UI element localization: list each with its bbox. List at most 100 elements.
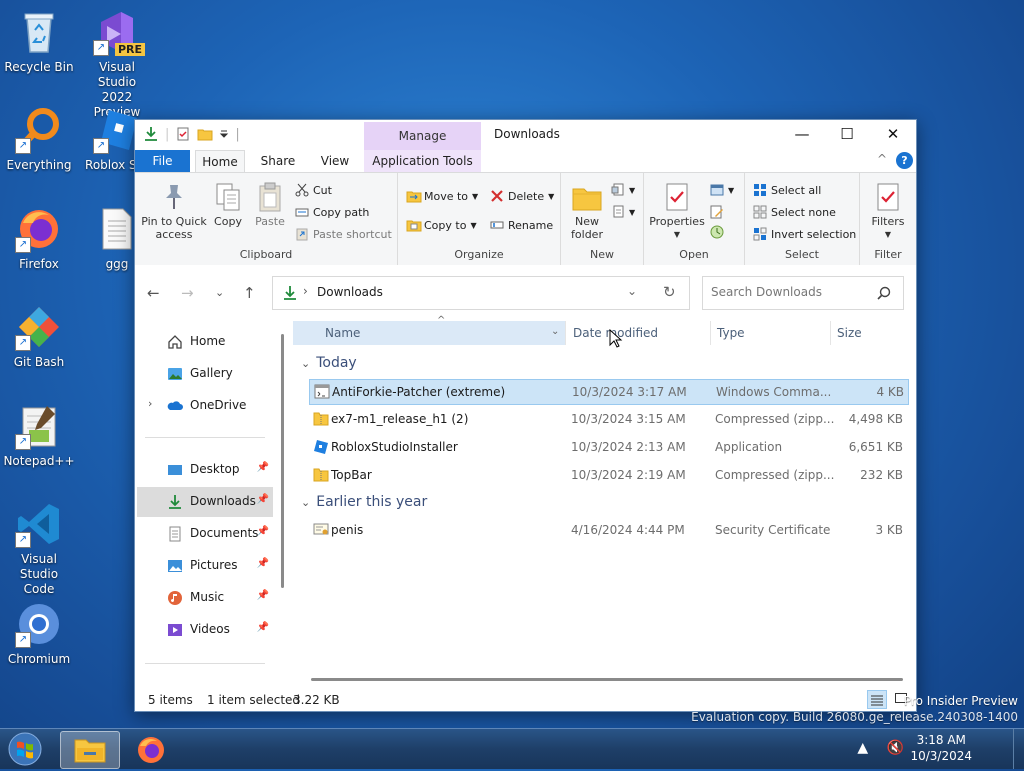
copy-path-button[interactable]: Copy path: [295, 203, 369, 221]
group-header-earlier-this-year[interactable]: ⌄ Earlier this year: [301, 494, 427, 510]
copy-to-button[interactable]: Copy to ▼: [406, 216, 477, 234]
nav-item-onedrive[interactable]: › OneDrive: [137, 391, 273, 421]
file-row[interactable]: TopBar 10/3/2024 2:19 AM Compressed (zip…: [309, 463, 907, 487]
edit-button[interactable]: [710, 203, 724, 221]
history-button[interactable]: [710, 223, 724, 241]
visual-studio-icon: PRE ↗: [93, 8, 145, 56]
nav-item-pictures[interactable]: Pictures 📌: [137, 551, 273, 581]
address-dropdown-chevron-icon[interactable]: ⌄: [627, 284, 637, 298]
cut-button[interactable]: Cut: [295, 181, 332, 199]
start-button[interactable]: [3, 730, 47, 768]
file-row[interactable]: AntiForkie-Patcher (extreme) 10/3/2024 3…: [309, 379, 909, 405]
nav-item-downloads[interactable]: Downloads 📌: [137, 487, 273, 517]
tab-file[interactable]: File: [135, 150, 190, 172]
group-header-today[interactable]: ⌄ Today: [301, 355, 357, 371]
group-label-new: New: [590, 248, 614, 261]
taskbar-file-explorer[interactable]: [60, 731, 120, 769]
nav-item-videos[interactable]: Videos 📌: [137, 615, 273, 645]
properties-quick-icon[interactable]: [175, 126, 191, 142]
new-folder-button[interactable]: New folder: [565, 181, 609, 241]
column-header-type[interactable]: Type: [717, 321, 745, 345]
desktop-icon-notepad-plus-plus[interactable]: ↗ Notepad++: [1, 402, 77, 469]
new-item-button[interactable]: ▼: [611, 181, 635, 199]
search-input-placeholder[interactable]: Search Downloads: [711, 285, 822, 299]
minimize-button[interactable]: —: [779, 120, 825, 150]
downloads-folder-icon: [167, 494, 183, 510]
file-list-horizontal-scrollbar[interactable]: [311, 678, 903, 681]
collapse-ribbon-button[interactable]: ^: [877, 152, 887, 166]
taskbar-clock[interactable]: 3:18 AM 10/3/2024: [910, 732, 972, 764]
nav-item-music[interactable]: Music 📌: [137, 583, 273, 613]
filters-button[interactable]: Filters ▼: [866, 181, 910, 241]
help-button[interactable]: ?: [896, 152, 913, 169]
git-bash-icon: ↗: [15, 303, 63, 351]
rename-button[interactable]: Rename: [490, 216, 553, 234]
volume-muted-icon[interactable]: 🔇: [887, 740, 904, 756]
recent-locations-chevron-icon[interactable]: ⌄: [215, 286, 224, 299]
tab-view[interactable]: View: [310, 150, 360, 172]
tab-home[interactable]: Home: [195, 150, 245, 173]
up-arrow-icon[interactable]: ↑: [243, 284, 256, 302]
desktop-icon-visual-studio-2022[interactable]: PRE ↗ Visual Studio 2022 Preview: [79, 8, 155, 120]
file-size: 3 KB: [875, 523, 903, 537]
tab-application-tools[interactable]: Application Tools: [364, 150, 481, 172]
file-explorer-window: | | Manage Downloads — ☐ ✕ File Home Sha…: [134, 119, 917, 712]
details-view-button[interactable]: [867, 690, 887, 709]
copy-button[interactable]: Copy: [209, 181, 247, 228]
ribbon-group-select: Select all Select none Invert selection …: [745, 173, 860, 265]
file-row[interactable]: RobloxStudioInstaller 10/3/2024 2:13 AM …: [309, 435, 907, 459]
column-divider[interactable]: [710, 321, 711, 345]
desktop-icon-everything[interactable]: ↗ Everything: [1, 106, 77, 173]
breadcrumb-downloads[interactable]: Downloads: [317, 285, 383, 299]
show-hidden-icons-chevron-icon[interactable]: ▲: [857, 740, 868, 756]
address-bar[interactable]: › Downloads ⌄ ↻: [272, 276, 690, 310]
invert-selection-button[interactable]: Invert selection: [753, 225, 856, 243]
column-dropdown-chevron-icon[interactable]: ⌄: [551, 326, 559, 337]
delete-button[interactable]: Delete ▼: [490, 187, 554, 205]
select-all-icon: [753, 183, 767, 197]
collapse-chevron-icon[interactable]: ⌄: [301, 357, 310, 370]
paste-button[interactable]: Paste: [251, 181, 289, 228]
nav-pane-scrollbar[interactable]: [281, 334, 284, 588]
easy-access-button[interactable]: ▼: [611, 203, 635, 221]
properties-button[interactable]: Properties ▼: [648, 181, 706, 241]
back-arrow-icon[interactable]: ←: [147, 284, 160, 302]
contextual-tab-header-manage: Manage: [364, 122, 481, 150]
column-divider[interactable]: [830, 321, 831, 345]
desktop-icon-git-bash[interactable]: ↗ Git Bash: [1, 303, 77, 370]
copy-path-label: Copy path: [313, 205, 370, 219]
maximize-button[interactable]: ☐: [824, 120, 870, 150]
move-to-button[interactable]: Move to ▼: [406, 187, 478, 205]
shortcut-arrow-icon: ↗: [15, 532, 31, 548]
taskbar-firefox[interactable]: [122, 731, 180, 767]
nav-item-desktop[interactable]: Desktop 📌: [137, 455, 273, 485]
new-folder-quick-icon[interactable]: [197, 126, 213, 142]
select-none-button[interactable]: Select none: [753, 203, 836, 221]
expand-chevron-icon[interactable]: ›: [148, 397, 152, 410]
forward-arrow-icon[interactable]: →: [181, 284, 194, 302]
column-header-name[interactable]: Name: [293, 321, 565, 345]
refresh-icon[interactable]: ↻: [663, 283, 676, 301]
tab-share[interactable]: Share: [252, 150, 304, 172]
desktop-icon-recycle-bin[interactable]: Recycle Bin: [1, 8, 77, 75]
file-row[interactable]: ex7-m1_release_h1 (2) 10/3/2024 3:15 AM …: [309, 407, 907, 431]
select-all-button[interactable]: Select all: [753, 181, 821, 199]
collapse-chevron-icon[interactable]: ⌄: [301, 496, 310, 509]
nav-item-home[interactable]: Home: [137, 327, 273, 357]
pin-to-quick-access-button[interactable]: Pin to Quick access: [141, 181, 207, 241]
close-button[interactable]: ✕: [870, 120, 916, 150]
customize-quick-access-icon[interactable]: [219, 126, 229, 142]
paste-shortcut-button[interactable]: Paste shortcut: [295, 225, 392, 243]
desktop-icon-firefox[interactable]: ↗ Firefox: [1, 205, 77, 272]
desktop-icon-vscode[interactable]: ↗ Visual Studio Code: [1, 500, 77, 597]
search-box[interactable]: Search Downloads: [702, 276, 904, 310]
column-header-size[interactable]: Size: [837, 321, 862, 345]
show-desktop-button[interactable]: [1013, 729, 1024, 769]
rename-icon: [490, 218, 504, 232]
column-divider[interactable]: [565, 321, 566, 345]
nav-item-gallery[interactable]: Gallery: [137, 359, 273, 389]
file-row[interactable]: penis 4/16/2024 4:44 PM Security Certifi…: [309, 518, 907, 542]
nav-item-documents[interactable]: Documents 📌: [137, 519, 273, 549]
open-button[interactable]: ▼: [710, 181, 734, 199]
desktop-icon-chromium[interactable]: ↗ Chromium: [1, 600, 77, 667]
